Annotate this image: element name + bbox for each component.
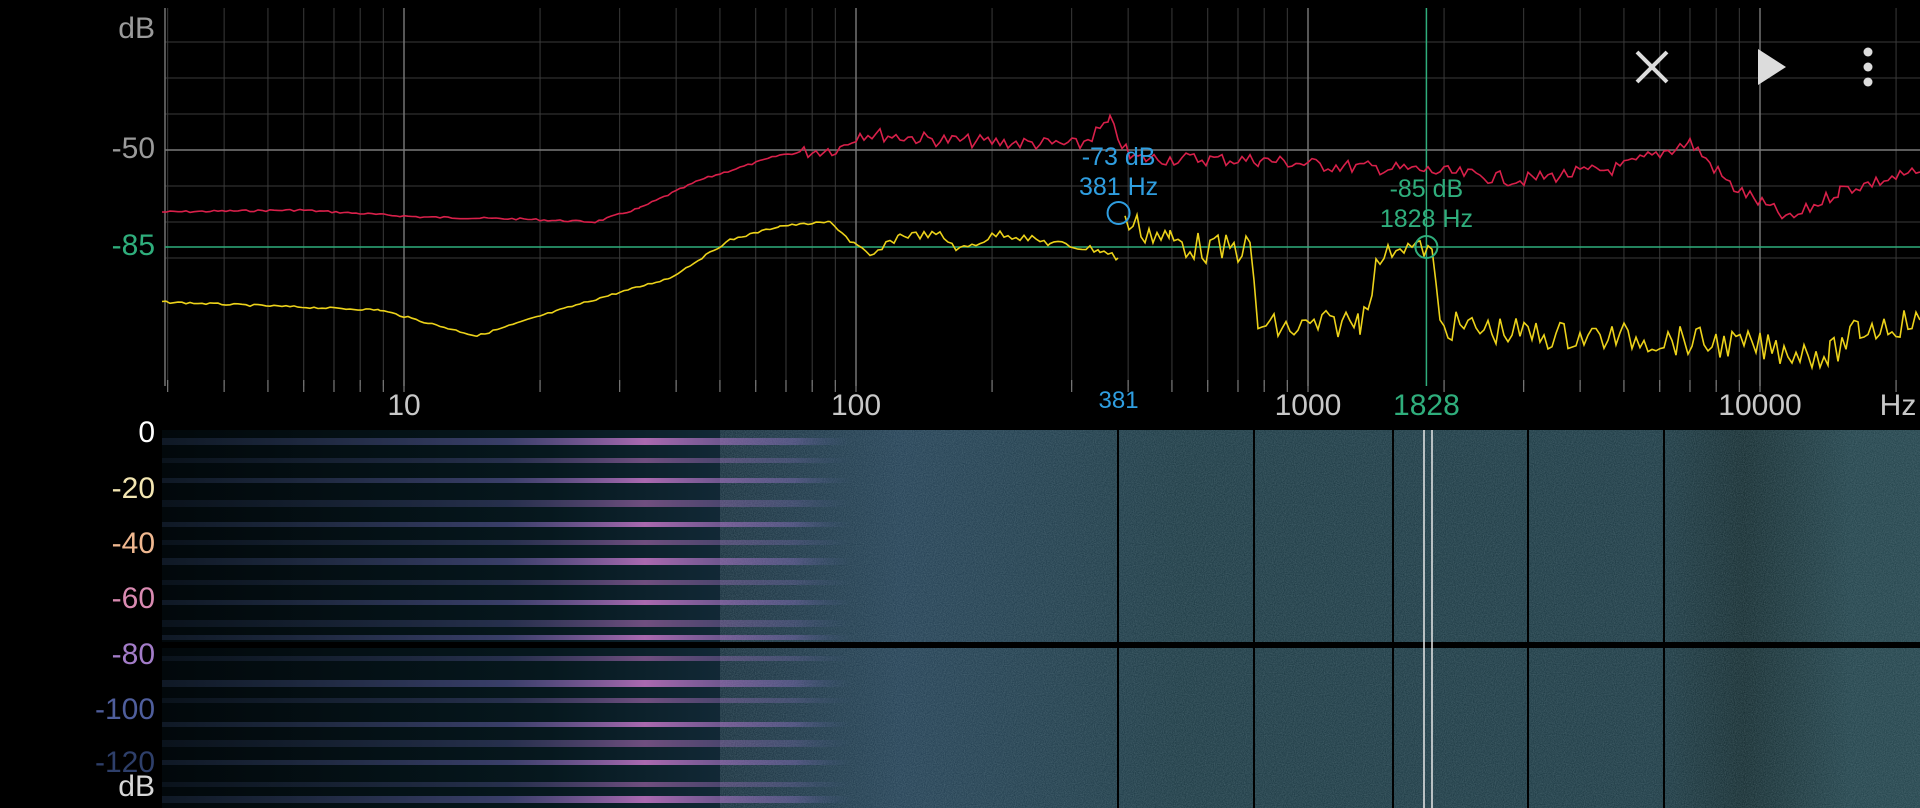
x-axis-label: 381	[1098, 387, 1139, 414]
spectrogram-scale-label: 0	[138, 416, 155, 449]
marker-annotation: -85 dB 1828 Hz	[1380, 174, 1473, 234]
y-axis-label: -50	[111, 132, 155, 165]
spectrogram-band	[162, 620, 1312, 627]
spectrogram-band	[162, 522, 1312, 527]
y-axis-unit: dB	[118, 12, 155, 45]
spectrogram-band	[162, 698, 1312, 703]
x-axis-label: 100	[830, 389, 882, 422]
marker-hz-label: 381 Hz	[1078, 173, 1159, 201]
spectrogram-band	[162, 656, 1312, 661]
x-axis-label: 10000	[1718, 389, 1802, 422]
x-axis-label: 1000	[1274, 389, 1342, 422]
spectrogram-band	[162, 680, 1312, 687]
spectrogram-band	[162, 540, 1312, 545]
spectrogram-scale-label: -60	[111, 582, 155, 615]
marker-db-label: -73 dB	[1081, 143, 1156, 171]
marker-hz-label: 1828 Hz	[1379, 205, 1473, 233]
spectrogram-band	[162, 796, 1312, 803]
spectrum-trace-yellow-high	[1124, 211, 1920, 371]
spectrogram-band	[162, 500, 1312, 507]
spectrogram[interactable]	[0, 430, 1920, 808]
x-axis-label: 10	[387, 389, 421, 422]
spectrogram-band	[162, 722, 1312, 727]
spectrogram-scale-label: -80	[111, 638, 155, 671]
close-button[interactable]	[1630, 45, 1674, 89]
y-axis-label: -85	[111, 229, 155, 262]
spectrogram-band	[162, 740, 1312, 747]
spectrum-trace-red	[161, 113, 1920, 224]
spectrogram-band	[162, 600, 1312, 605]
spectrogram-scale-label: -100	[94, 693, 155, 726]
x-axis-unit: Hz	[1879, 389, 1917, 422]
spectrogram-band	[162, 782, 1312, 787]
spectrogram-band	[162, 635, 1312, 640]
spectrogram-scale-label: -20	[111, 472, 155, 505]
spectrogram-band	[162, 438, 1312, 445]
close-icon	[1635, 50, 1669, 84]
spectrogram-band	[162, 760, 1312, 765]
spectrogram-band	[162, 458, 1312, 463]
marker-circle[interactable]	[1106, 201, 1131, 225]
spectrogram-scale-label: -40	[111, 527, 155, 560]
x-axis-label: 1828	[1393, 389, 1460, 422]
more-vertical-icon	[1863, 47, 1873, 87]
marker-annotation: -73 dB 381 Hz	[1079, 142, 1158, 202]
play-button[interactable]	[1750, 45, 1794, 89]
spectrogram-band	[162, 558, 1312, 565]
more-options-button[interactable]	[1846, 45, 1890, 89]
spectrogram-band	[162, 478, 1312, 483]
spectrogram-unit: dB	[118, 770, 155, 803]
marker-db-label: -85 dB	[1389, 175, 1464, 203]
spectrum-trace-yellow	[161, 220, 1119, 338]
spectrogram-band	[162, 580, 1312, 585]
play-icon	[1758, 49, 1786, 85]
